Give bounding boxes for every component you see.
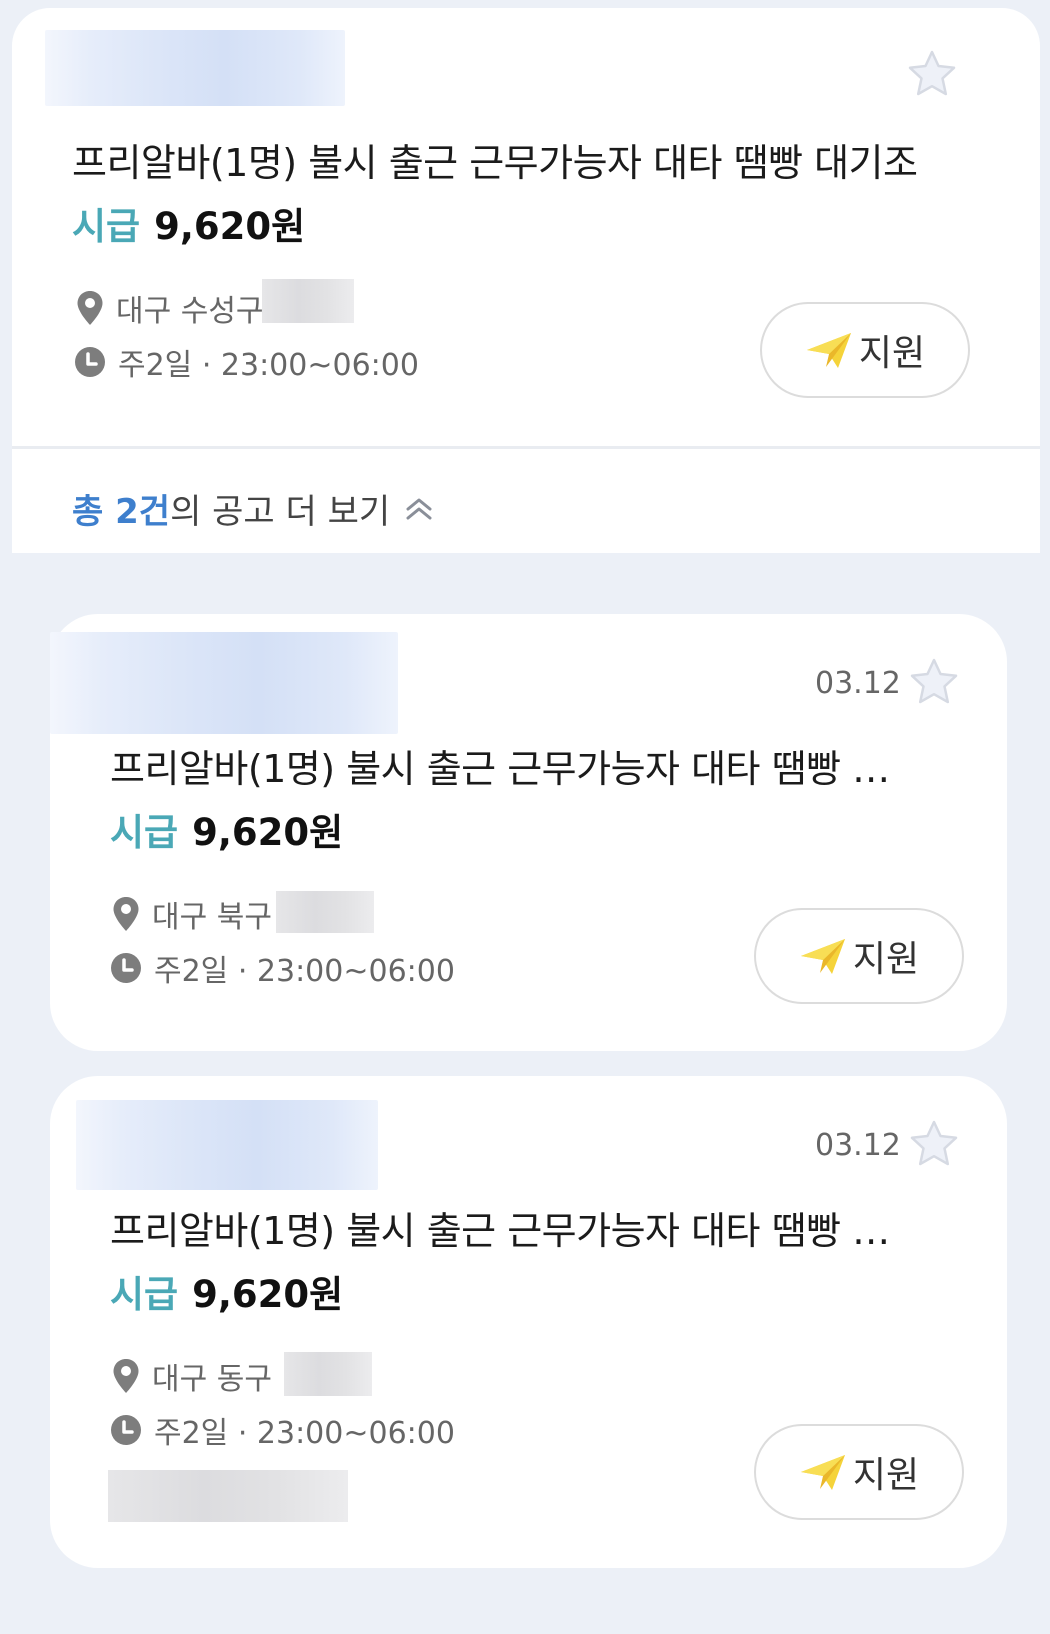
more-count: 총 2건 [72,492,171,532]
address-blurred [284,1352,372,1396]
location-pin-icon [113,897,139,931]
extra-info-blurred [108,1470,348,1522]
send-icon [800,1455,845,1490]
wage-value: 9,620원 [154,205,306,248]
location-text: 대구 수성구 [116,294,264,329]
star-icon[interactable] [906,654,962,710]
star-icon[interactable] [904,46,960,102]
wage: 시급 9,620원 [72,196,305,250]
clock-icon [75,347,105,377]
apply-label: 지원 [858,333,926,374]
company-logo-blurred [76,1100,378,1190]
location-text: 대구 동구 [152,1362,272,1397]
location: 대구 북구 [112,892,272,936]
apply-button[interactable]: 지원 [754,1424,964,1520]
schedule-text: 주2일 · 23:00~06:00 [154,954,455,989]
job-card[interactable]: 03.12 프리알바(1명) 불시 출근 근무가능자 대타 땜빵 … 시급 9,6… [50,614,1007,1051]
company-logo-blurred [45,30,345,106]
location-text: 대구 북구 [152,900,272,935]
apply-button[interactable]: 지원 [754,908,964,1004]
schedule-text: 주2일 · 23:00~06:00 [154,1416,455,1451]
company-logo-blurred [50,632,398,734]
wage-value: 9,620원 [192,811,344,854]
schedule: 주2일 · 23:00~06:00 [74,340,419,384]
location-pin-icon [113,1359,139,1393]
wage-label: 시급 [72,205,141,248]
wage: 시급 9,620원 [110,1264,343,1318]
address-blurred [262,279,354,323]
schedule: 주2일 · 23:00~06:00 [110,946,455,990]
more-text: 의 공고 더 보기 [170,492,391,532]
job-title[interactable]: 프리알바(1명) 불시 출근 근무가능자 대타 땜빵 … [110,1200,890,1255]
more-postings-link[interactable]: 총 2건 의 공고 더 보기 [72,484,434,533]
job-card[interactable]: 03.12 프리알바(1명) 불시 출근 근무가능자 대타 땜빵 … 시급 9,6… [50,1076,1007,1568]
job-title[interactable]: 프리알바(1명) 불시 출근 근무가능자 대타 땜빵 대기조 [72,132,918,187]
apply-label: 지원 [852,939,920,980]
posting-date: 03.12 [815,666,901,701]
wage-value: 9,620원 [192,1273,344,1316]
wage-label: 시급 [110,811,179,854]
wage-label: 시급 [110,1273,179,1316]
send-icon [800,939,845,974]
job-title[interactable]: 프리알바(1명) 불시 출근 근무가능자 대타 땜빵 … [110,738,890,793]
clock-icon [111,1415,141,1445]
schedule-text: 주2일 · 23:00~06:00 [118,348,419,383]
address-blurred [276,891,374,933]
clock-icon [111,953,141,983]
location: 대구 수성구 [76,286,264,330]
send-icon [806,333,851,368]
location-pin-icon [77,291,103,325]
apply-label: 지원 [852,1455,920,1496]
posting-date: 03.12 [815,1128,901,1163]
schedule: 주2일 · 23:00~06:00 [110,1408,455,1452]
divider [12,446,1040,449]
location: 대구 동구 [112,1354,272,1398]
star-icon[interactable] [906,1116,962,1172]
apply-button[interactable]: 지원 [760,302,970,398]
wage: 시급 9,620원 [110,802,343,856]
chevron-up-icon [406,498,432,519]
job-card-main[interactable]: 프리알바(1명) 불시 출근 근무가능자 대타 땜빵 대기조 시급 9,620원 … [12,8,1040,553]
